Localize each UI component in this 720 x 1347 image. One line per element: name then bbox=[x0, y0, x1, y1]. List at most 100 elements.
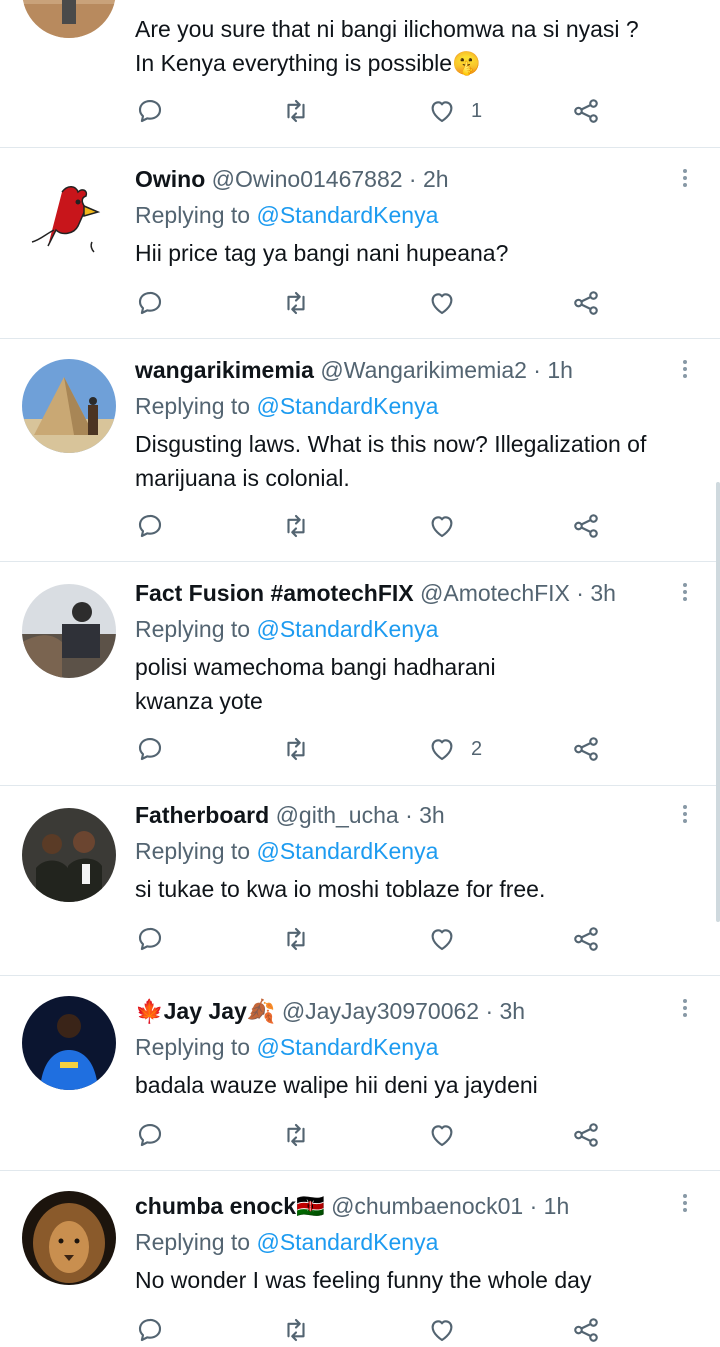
scrollbar[interactable] bbox=[716, 482, 720, 922]
replying-to: Replying to @StandardKenya bbox=[135, 1032, 438, 1062]
replying-to: Replying to @StandardKenya bbox=[135, 200, 438, 230]
heart-icon bbox=[431, 929, 453, 951]
like-count: 1 bbox=[471, 99, 483, 122]
avatar[interactable] bbox=[22, 808, 116, 902]
retweet-icon bbox=[287, 1318, 305, 1342]
avatar[interactable] bbox=[22, 996, 116, 1090]
share-button[interactable] bbox=[571, 94, 601, 128]
like-button[interactable]: 1 bbox=[427, 94, 482, 128]
mention-link[interactable]: @StandardKenya bbox=[256, 202, 438, 228]
mention-link[interactable]: @StandardKenya bbox=[256, 1034, 438, 1060]
avatar[interactable] bbox=[22, 1191, 116, 1285]
replying-to: Replying to @StandardKenya bbox=[135, 391, 438, 421]
mention-link[interactable]: @StandardKenya bbox=[256, 616, 438, 642]
retweet-button[interactable] bbox=[281, 922, 311, 956]
retweet-button[interactable] bbox=[281, 1118, 311, 1152]
tweet-item[interactable]: Are you sure that ni bangi ilichomwa na … bbox=[0, 0, 720, 148]
tweet-text: badala wauze walipe hii deni ya jaydeni bbox=[135, 1072, 538, 1098]
avatar[interactable] bbox=[22, 0, 116, 38]
share-icon bbox=[574, 927, 598, 951]
more-vertical-icon[interactable] bbox=[678, 166, 692, 190]
handle-and-time: @Wangarikimemia2 · 1h bbox=[320, 357, 573, 383]
retweet-icon bbox=[287, 514, 305, 538]
tweet-actions bbox=[135, 286, 615, 320]
more-vertical-icon[interactable] bbox=[678, 802, 692, 826]
tweet-item[interactable]: Owino @Owino01467882 · 2h Replying to @S… bbox=[0, 148, 720, 338]
like-button[interactable] bbox=[427, 1313, 471, 1347]
share-button[interactable] bbox=[571, 1118, 601, 1152]
share-icon bbox=[574, 291, 598, 315]
share-button[interactable] bbox=[571, 509, 601, 543]
more-vertical-icon[interactable] bbox=[678, 580, 692, 604]
share-button[interactable] bbox=[571, 732, 601, 766]
reply-button[interactable] bbox=[135, 1118, 165, 1152]
replying-to-label: Replying to bbox=[135, 393, 257, 419]
retweet-button[interactable] bbox=[281, 509, 311, 543]
avatar[interactable] bbox=[22, 584, 116, 678]
display-name[interactable]: 🍁Jay Jay🍂 bbox=[135, 998, 275, 1024]
mention-link[interactable]: @StandardKenya bbox=[256, 838, 438, 864]
retweet-button[interactable] bbox=[281, 94, 311, 128]
display-name[interactable]: chumba enock🇰🇪 bbox=[135, 1193, 325, 1219]
reply-icon bbox=[138, 291, 162, 315]
handle-and-time: @chumbaenock01 · 1h bbox=[331, 1193, 570, 1219]
share-icon bbox=[574, 99, 598, 123]
replying-to-label: Replying to bbox=[135, 838, 257, 864]
share-button[interactable] bbox=[571, 922, 601, 956]
handle-and-time: @gith_ucha · 3h bbox=[275, 802, 445, 828]
replying-to: Replying to @StandardKenya bbox=[135, 1227, 438, 1257]
share-button[interactable] bbox=[571, 1313, 601, 1347]
tweet-text: Disgusting laws. What is this now? Illeg… bbox=[135, 431, 647, 491]
mention-link[interactable]: @StandardKenya bbox=[256, 393, 438, 419]
tweet-item[interactable]: wangarikimemia @Wangarikimemia2 · 1h Rep… bbox=[0, 339, 720, 561]
tweet-header: wangarikimemia @Wangarikimemia2 · 1h bbox=[135, 355, 672, 385]
reply-button[interactable] bbox=[135, 94, 165, 128]
reply-button[interactable] bbox=[135, 286, 165, 320]
tweet-item[interactable]: Fact Fusion #amotechFIX @AmotechFIX · 3h… bbox=[0, 562, 720, 785]
mention-link[interactable]: @StandardKenya bbox=[256, 1229, 438, 1255]
replying-to-label: Replying to bbox=[135, 616, 257, 642]
display-name[interactable]: Fatherboard bbox=[135, 802, 269, 828]
reply-button[interactable] bbox=[135, 922, 165, 956]
more-vertical-icon[interactable] bbox=[678, 996, 692, 1020]
display-name[interactable]: Owino bbox=[135, 166, 205, 192]
retweet-button[interactable] bbox=[281, 286, 311, 320]
avatar[interactable] bbox=[22, 359, 116, 453]
reply-button[interactable] bbox=[135, 732, 165, 766]
replying-to-label: Replying to bbox=[135, 1034, 257, 1060]
retweet-button[interactable] bbox=[281, 732, 311, 766]
tweet-header: Owino @Owino01467882 · 2h bbox=[135, 164, 672, 194]
retweet-icon bbox=[287, 99, 305, 123]
like-button[interactable] bbox=[427, 509, 471, 543]
share-button[interactable] bbox=[571, 286, 601, 320]
reply-button[interactable] bbox=[135, 1313, 165, 1347]
like-button[interactable] bbox=[427, 286, 471, 320]
more-vertical-icon[interactable] bbox=[678, 357, 692, 381]
display-name[interactable]: Fact Fusion #amotechFIX bbox=[135, 580, 414, 606]
share-icon bbox=[574, 1318, 598, 1342]
share-icon bbox=[574, 1123, 598, 1147]
reply-button[interactable] bbox=[135, 509, 165, 543]
retweet-icon bbox=[287, 927, 305, 951]
tweet-actions bbox=[135, 1118, 615, 1152]
reply-icon bbox=[138, 514, 162, 538]
tweet-text: polisi wamechoma bangi hadharani kwanza … bbox=[135, 654, 496, 714]
more-vertical-icon[interactable] bbox=[678, 1191, 692, 1215]
like-count: 2 bbox=[471, 737, 483, 760]
tweet-actions: 2 bbox=[135, 732, 615, 766]
like-button[interactable] bbox=[427, 922, 471, 956]
replying-to: Replying to @StandardKenya bbox=[135, 614, 438, 644]
tweet-item[interactable]: chumba enock🇰🇪 @chumbaenock01 · 1h Reply… bbox=[0, 1171, 720, 1342]
tweet-header: chumba enock🇰🇪 @chumbaenock01 · 1h bbox=[135, 1191, 672, 1221]
heart-icon bbox=[431, 739, 453, 761]
tweet-item[interactable]: Fatherboard @gith_ucha · 3h Replying to … bbox=[0, 786, 720, 975]
avatar[interactable] bbox=[22, 172, 116, 266]
reply-icon bbox=[138, 1123, 162, 1147]
like-button[interactable] bbox=[427, 1118, 471, 1152]
handle-and-time: @AmotechFIX · 3h bbox=[420, 580, 616, 606]
retweet-button[interactable] bbox=[281, 1313, 311, 1347]
display-name[interactable]: wangarikimemia bbox=[135, 357, 314, 383]
tweet-item[interactable]: 🍁Jay Jay🍂 @JayJay30970062 · 3h Replying … bbox=[0, 976, 720, 1170]
replying-to-label: Replying to bbox=[135, 1229, 257, 1255]
like-button[interactable]: 2 bbox=[427, 732, 482, 766]
